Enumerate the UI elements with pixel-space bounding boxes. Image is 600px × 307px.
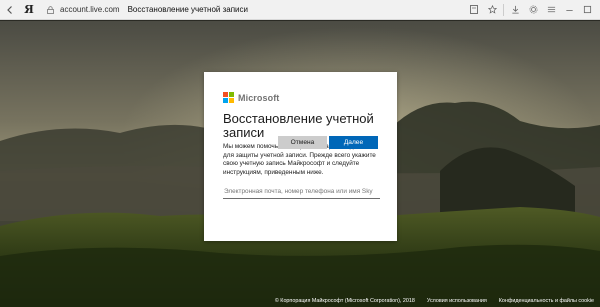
browser-toolbar: Я account.live.com Восстановление учетно… xyxy=(0,0,600,20)
yandex-logo[interactable]: Я xyxy=(20,0,38,20)
toolbar-divider xyxy=(503,3,504,16)
minimize-icon[interactable] xyxy=(560,0,578,20)
maximize-icon[interactable] xyxy=(578,0,596,20)
microsoft-logo: Microsoft xyxy=(223,92,279,103)
cancel-button[interactable]: Отмена xyxy=(278,136,327,149)
next-button[interactable]: Далее xyxy=(329,136,378,149)
download-icon[interactable] xyxy=(506,0,524,20)
terms-link[interactable]: Условия использования xyxy=(427,298,487,304)
bookmarks-icon[interactable] xyxy=(465,0,483,20)
privacy-link[interactable]: Конфиденциальность и файлы cookie xyxy=(499,298,594,304)
microsoft-logo-icon xyxy=(223,92,234,103)
copyright-text: © Корпорация Майкрософт (Microsoft Corpo… xyxy=(274,298,415,304)
page-footer: © Корпорация Майкрософт (Microsoft Corpo… xyxy=(0,295,600,307)
microsoft-wordmark: Microsoft xyxy=(238,92,280,103)
account-identifier-input[interactable] xyxy=(223,185,380,199)
star-icon[interactable] xyxy=(483,0,501,20)
address-bar[interactable]: account.live.com Восстановление учетной … xyxy=(44,0,465,20)
settings-icon[interactable] xyxy=(524,0,542,20)
lock-icon xyxy=(44,5,56,14)
address-host: account.live.com xyxy=(60,5,120,14)
back-icon[interactable] xyxy=(0,0,20,20)
account-recovery-dialog: Microsoft Восстановление учетной записи … xyxy=(204,72,397,241)
menu-icon[interactable] xyxy=(542,0,560,20)
toolbar-right xyxy=(465,0,600,20)
page-tab-title: Восстановление учетной записи xyxy=(127,5,248,14)
